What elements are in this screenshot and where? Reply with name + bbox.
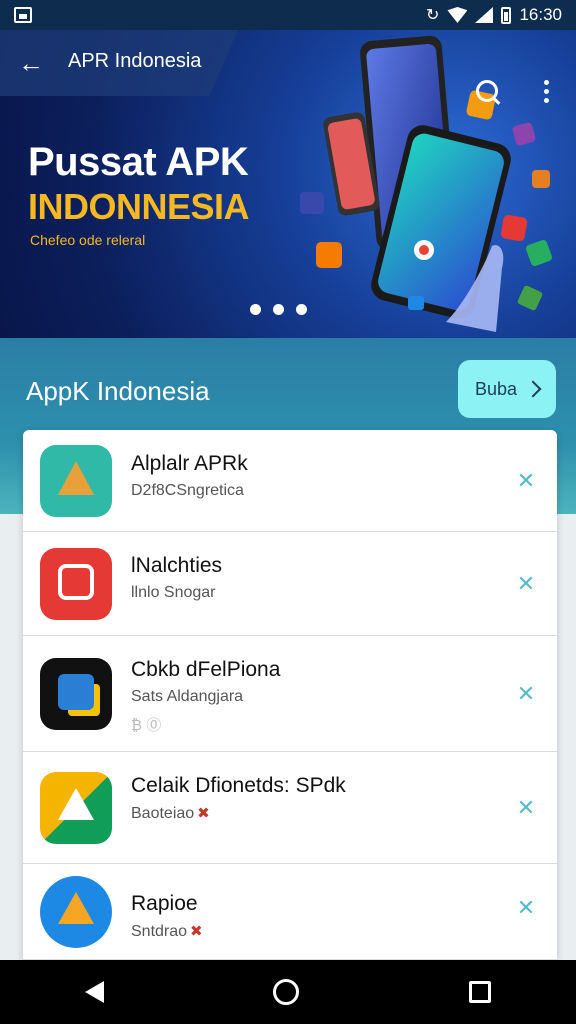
app-icon <box>40 658 112 730</box>
chevron-right-icon <box>524 380 542 398</box>
app-list-item[interactable]: Celaik Dfionetds: SPdk Baoteiao ✖ ✕ <box>23 752 557 864</box>
app-meta: Baoteiao ✖ <box>131 804 210 823</box>
carousel-dot[interactable] <box>273 304 284 315</box>
app-name: Cbkb dFelPiona <box>131 658 281 681</box>
app-meta: llnlo Snogar <box>131 584 216 602</box>
app-icon-glyph <box>58 564 94 600</box>
dismiss-icon[interactable]: ✕ <box>513 681 539 707</box>
app-name: Alplalr APRk <box>131 452 248 475</box>
status-bar: ↻ 16:30 <box>0 0 576 30</box>
app-icon-glyph <box>58 788 94 820</box>
phones-illustration <box>300 35 552 332</box>
app-meta-text: Sntdrao <box>131 923 188 940</box>
status-time: 16:30 <box>519 5 562 24</box>
banner-caption: Chefeo ode releral <box>30 232 146 248</box>
wifi-icon <box>447 7 468 23</box>
section-title: AppK Indonesia <box>26 376 210 406</box>
section-more-button[interactable]: Buba <box>458 360 556 418</box>
app-meta: D2f8CSngretica <box>131 482 244 500</box>
status-right: ↻ 16:30 <box>426 5 562 25</box>
section-more-label: Buba <box>474 378 518 399</box>
carousel-dot[interactable] <box>250 304 261 315</box>
app-list-item[interactable]: Rapioe Sntdrao ✖ ✕ <box>23 864 557 960</box>
system-nav-bar <box>0 960 576 1024</box>
search-icon[interactable] <box>474 78 504 108</box>
nav-recents-icon[interactable] <box>469 981 492 1003</box>
more-vert-icon[interactable] <box>540 78 552 108</box>
app-name: lNalchties <box>131 554 223 577</box>
app-meta: Sntdrao ✖ <box>131 922 203 941</box>
nav-home-icon[interactable] <box>273 979 300 1005</box>
app-name: Celaik Dfionetds: SPdk <box>131 774 346 797</box>
carousel-dot[interactable] <box>296 304 307 315</box>
app-name: Rapioe <box>131 892 198 915</box>
dismiss-icon[interactable]: ✕ <box>513 795 539 821</box>
app-meta-secondary: ₿ ⓪ <box>131 717 162 734</box>
app-meta-text: llnlo Snogar <box>131 584 216 601</box>
app-meta-text: Sats Aldangjara <box>131 688 244 705</box>
tools-badge-icon: ✖ <box>190 923 203 940</box>
app-icon-glyph <box>58 674 94 710</box>
dismiss-icon[interactable]: ✕ <box>513 571 539 597</box>
back-arrow-icon[interactable]: ← <box>18 48 48 78</box>
signal-icon <box>475 7 494 23</box>
app-list: Alplalr APRk D2f8CSngretica ✕ lNalchties lln… <box>23 430 557 960</box>
app-icon <box>40 445 112 517</box>
dismiss-icon[interactable]: ✕ <box>513 468 539 494</box>
app-list-item[interactable]: Alplalr APRk D2f8CSngretica ✕ <box>23 430 557 532</box>
app-icon-glyph <box>58 461 94 495</box>
tools-badge-icon: ✖ <box>197 805 210 822</box>
nav-back-icon[interactable] <box>84 981 104 1003</box>
banner-title: Pussat APK <box>28 140 249 184</box>
battery-icon <box>501 6 512 24</box>
app-icon <box>40 548 112 620</box>
carousel-dots <box>250 304 307 315</box>
app-icon <box>40 876 112 948</box>
app-icon <box>40 772 112 844</box>
app-meta: Sats Aldangjara <box>131 688 243 706</box>
hero-banner[interactable]: ← APR Indonesia Pussat APK INDONNESIA Ch… <box>0 30 576 338</box>
banner-subtitle: INDONNESIA <box>28 186 250 227</box>
sync-icon: ↻ <box>426 7 440 24</box>
app-icon-glyph <box>58 892 94 924</box>
app-list-item[interactable]: Cbkb dFelPiona Sats Aldangjara ₿ ⓪ ✕ <box>23 636 557 752</box>
app-list-item[interactable]: lNalchties llnlo Snogar ✕ <box>23 532 557 636</box>
app-meta-text: Baoteiao <box>131 805 195 822</box>
app-meta-text: D2f8CSngretica <box>131 482 244 499</box>
image-notification-icon <box>14 7 32 23</box>
app-bar-title: APR Indonesia <box>68 50 202 72</box>
dismiss-icon[interactable]: ✕ <box>513 895 539 921</box>
